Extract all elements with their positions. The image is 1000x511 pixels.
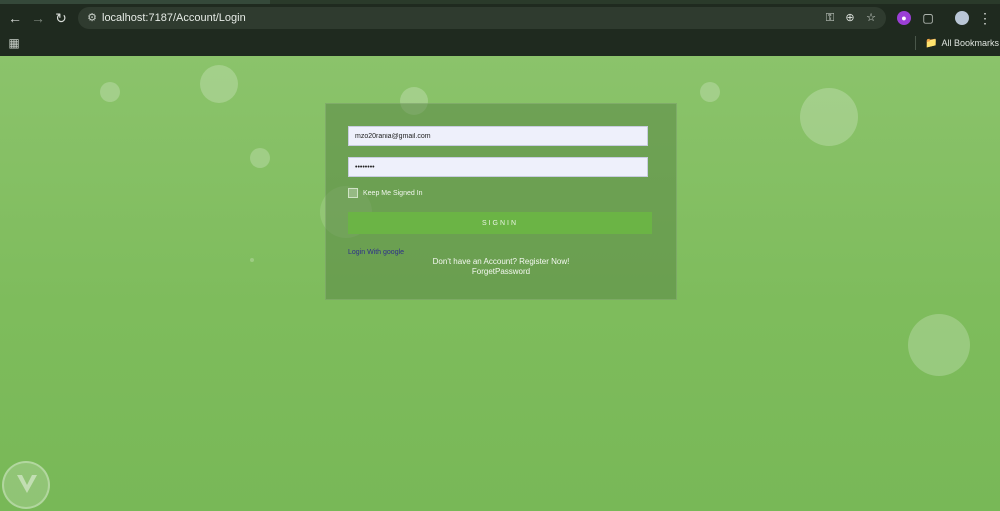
checkbox-box[interactable]: [348, 188, 358, 198]
password-field[interactable]: [348, 157, 648, 177]
decorative-bubble: [200, 65, 238, 103]
keep-signed-in-label: Keep Me Signed In: [363, 189, 423, 197]
all-bookmarks-label: All Bookmarks: [941, 38, 999, 48]
decorative-bubble: [700, 82, 720, 102]
register-link[interactable]: Don't have an Account? Register Now!: [326, 257, 676, 267]
folder-icon: 📁: [925, 38, 938, 49]
kebab-menu-icon[interactable]: ⋮: [975, 8, 995, 28]
address-bar-url[interactable]: localhost:7187/Account/Login: [102, 10, 246, 26]
leaf-logo-icon: [17, 475, 37, 493]
bookmark-star-icon[interactable]: ☆: [863, 10, 879, 26]
email-field[interactable]: [348, 126, 648, 146]
logo-watermark: [2, 461, 50, 509]
decorative-bubble: [800, 88, 858, 146]
extensions-puzzle-icon[interactable]: ▢: [918, 8, 938, 28]
login-page: Keep Me Signed In SIGNIN Login With goog…: [0, 56, 1000, 511]
profile-avatar-icon[interactable]: [955, 11, 969, 25]
forget-password-link[interactable]: ForgetPassword: [326, 267, 676, 277]
bookmarks-divider: [915, 36, 916, 50]
reload-icon[interactable]: ↻: [51, 8, 71, 28]
login-card: Keep Me Signed In SIGNIN Login With goog…: [325, 103, 677, 300]
bookmarks-bar: ▦ 📁 All Bookmarks: [0, 32, 1000, 54]
apps-grid-icon[interactable]: ▦: [7, 36, 21, 50]
extension-icon[interactable]: ●: [897, 11, 911, 25]
site-info-icon[interactable]: ⚙: [84, 10, 100, 26]
browser-toolbar: ← → ↻ ⚙ localhost:7187/Account/Login ⚿ ⊕…: [0, 4, 1000, 32]
forward-arrow-icon[interactable]: →: [28, 8, 48, 28]
decorative-bubble: [250, 258, 254, 262]
decorative-bubble: [250, 148, 270, 168]
zoom-icon[interactable]: ⊕: [842, 10, 858, 26]
signin-button[interactable]: SIGNIN: [348, 212, 652, 234]
address-bar[interactable]: ⚙ localhost:7187/Account/Login ⚿ ⊕ ☆: [78, 7, 886, 29]
browser-chrome: ← → ↻ ⚙ localhost:7187/Account/Login ⚿ ⊕…: [0, 0, 1000, 56]
decorative-bubble: [908, 314, 970, 376]
keep-signed-in-checkbox[interactable]: Keep Me Signed In: [348, 188, 423, 198]
all-bookmarks-button[interactable]: 📁 All Bookmarks: [925, 36, 999, 50]
key-icon[interactable]: ⚿: [822, 10, 838, 26]
decorative-bubble: [100, 82, 120, 102]
back-arrow-icon[interactable]: ←: [5, 8, 25, 28]
